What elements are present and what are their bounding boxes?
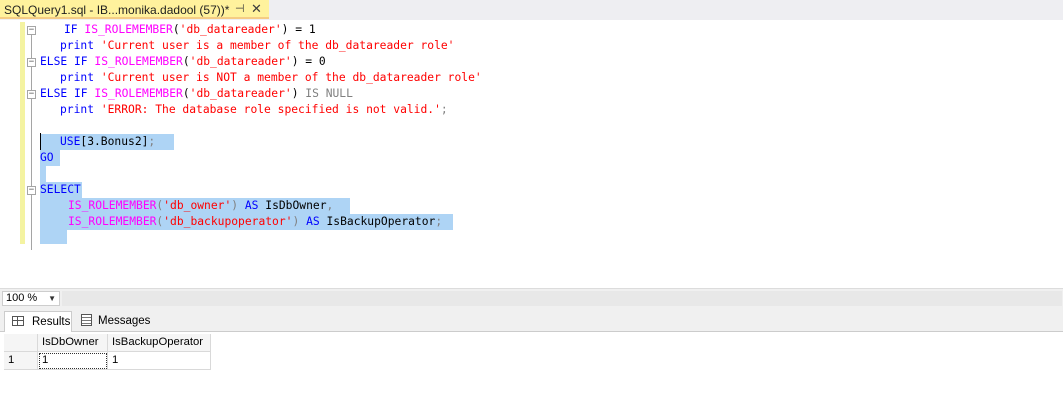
code-token: ( [182,55,190,68]
selection-highlight [40,166,46,182]
messages-icon [81,314,92,326]
code-token: , [326,199,334,212]
table-cell[interactable]: 1 [38,352,108,370]
code-line[interactable]: SELECT [40,182,81,198]
chevron-down-icon: ▼ [48,294,56,303]
code-token: IF [64,23,85,36]
code-token: ) = 1 [281,23,316,36]
query-editor[interactable]: − − − − IF IS_ROLEMEMBER('db_datareader'… [0,20,1063,288]
results-grid[interactable]: IsDbOwner IsBackupOperator 1 1 1 [0,332,1063,411]
code-line[interactable]: IS_ROLEMEMBER('db_owner') AS IsDbOwner, [68,198,333,214]
row-header-corner [4,334,38,352]
table-cell[interactable]: 1 [108,352,211,370]
results-tab-strip: Results Messages [0,308,1063,332]
editor-gutter [0,20,18,288]
code-token: IS NULL [305,87,353,100]
tab-messages-label: Messages [98,315,151,327]
pin-icon[interactable]: ⊣ [235,3,247,15]
code-token: IS_ROLEMEMBER [68,215,157,228]
column-header-isdbowner[interactable]: IsDbOwner [38,334,108,352]
code-token: ELSE IF [40,55,95,68]
document-tab-bar: SQLQuery1.sql - IB...monika.dadool (57))… [0,0,1063,20]
code-line[interactable]: print 'Current user is a member of the d… [60,38,454,54]
code-token: 'ERROR: The database role specified is n… [100,103,441,116]
close-icon[interactable]: ✕ [251,2,265,16]
document-tab[interactable]: SQLQuery1.sql - IB...monika.dadool (57))… [0,0,269,19]
tab-results-label: Results [32,316,71,328]
selection-highlight [40,230,67,244]
code-token: 'Current user is a member of the db_data… [100,39,455,52]
text-caret [40,133,41,150]
code-line[interactable]: GO [40,150,54,166]
code-line[interactable]: print 'Current user is NOT a member of t… [60,70,482,86]
code-token: ; [148,135,156,148]
code-token: 'db_backupoperator' [163,215,293,228]
code-token: IsBackupOperator [326,215,436,228]
code-token: USE [60,135,81,148]
code-token: 'db_datareader' [189,87,292,100]
code-token: [3.Bonus2] [80,135,149,148]
collapse-icon[interactable]: − [27,26,36,35]
tab-results[interactable]: Results [4,311,72,332]
code-line[interactable]: IF IS_ROLEMEMBER('db_datareader') = 1 [64,22,316,38]
code-token: ( [172,23,180,36]
code-token: AS [299,215,327,228]
zoom-value: 100 % [6,292,38,304]
document-tab-title: SQLQuery1.sql - IB...monika.dadool (57))… [4,3,230,17]
code-token: ; [435,215,443,228]
code-token: AS [238,199,266,212]
collapse-icon[interactable]: − [27,90,36,99]
code-line[interactable]: print 'ERROR: The database role specifie… [60,102,448,118]
code-token: IS_ROLEMEMBER [94,55,183,68]
code-token: IS_ROLEMEMBER [68,199,157,212]
code-token: ELSE IF [40,87,95,100]
code-token: ; [440,103,448,116]
horizontal-scrollbar[interactable] [62,291,1062,306]
code-token: SELECT [40,183,81,196]
code-line[interactable]: ELSE IF IS_ROLEMEMBER('db_datareader') I… [40,86,353,102]
code-line[interactable]: USE[3.Bonus2]; [60,134,155,150]
editor-status-bar: 100 % ▼ [0,288,1063,308]
code-token: print [60,103,101,116]
code-token: 'db_datareader' [179,23,282,36]
code-token: 'db_datareader' [189,55,292,68]
code-token: IsDbOwner [265,199,327,212]
code-token: IS_ROLEMEMBER [94,87,183,100]
change-tracking-bar [20,22,25,244]
code-line[interactable]: ELSE IF IS_ROLEMEMBER('db_datareader') =… [40,54,326,70]
code-token: ) [291,87,306,100]
code-line[interactable]: IS_ROLEMEMBER('db_backupoperator') AS Is… [68,214,442,230]
zoom-select[interactable]: 100 % ▼ [2,291,60,306]
grid-icon [12,316,24,326]
row-number[interactable]: 1 [4,352,38,370]
code-token: GO [40,151,54,164]
collapse-icon[interactable]: − [27,58,36,67]
code-token: print [60,39,101,52]
code-token: 'Current user is NOT a member of the db_… [100,71,482,84]
column-header-isbackupoperator[interactable]: IsBackupOperator [108,334,211,352]
tab-messages[interactable]: Messages [76,311,152,332]
code-token: ( [182,87,190,100]
code-token: 'db_owner' [163,199,232,212]
code-token: ) = 0 [291,55,326,68]
code-token: print [60,71,101,84]
collapse-icon[interactable]: − [27,186,36,195]
code-token: IS_ROLEMEMBER [84,23,173,36]
